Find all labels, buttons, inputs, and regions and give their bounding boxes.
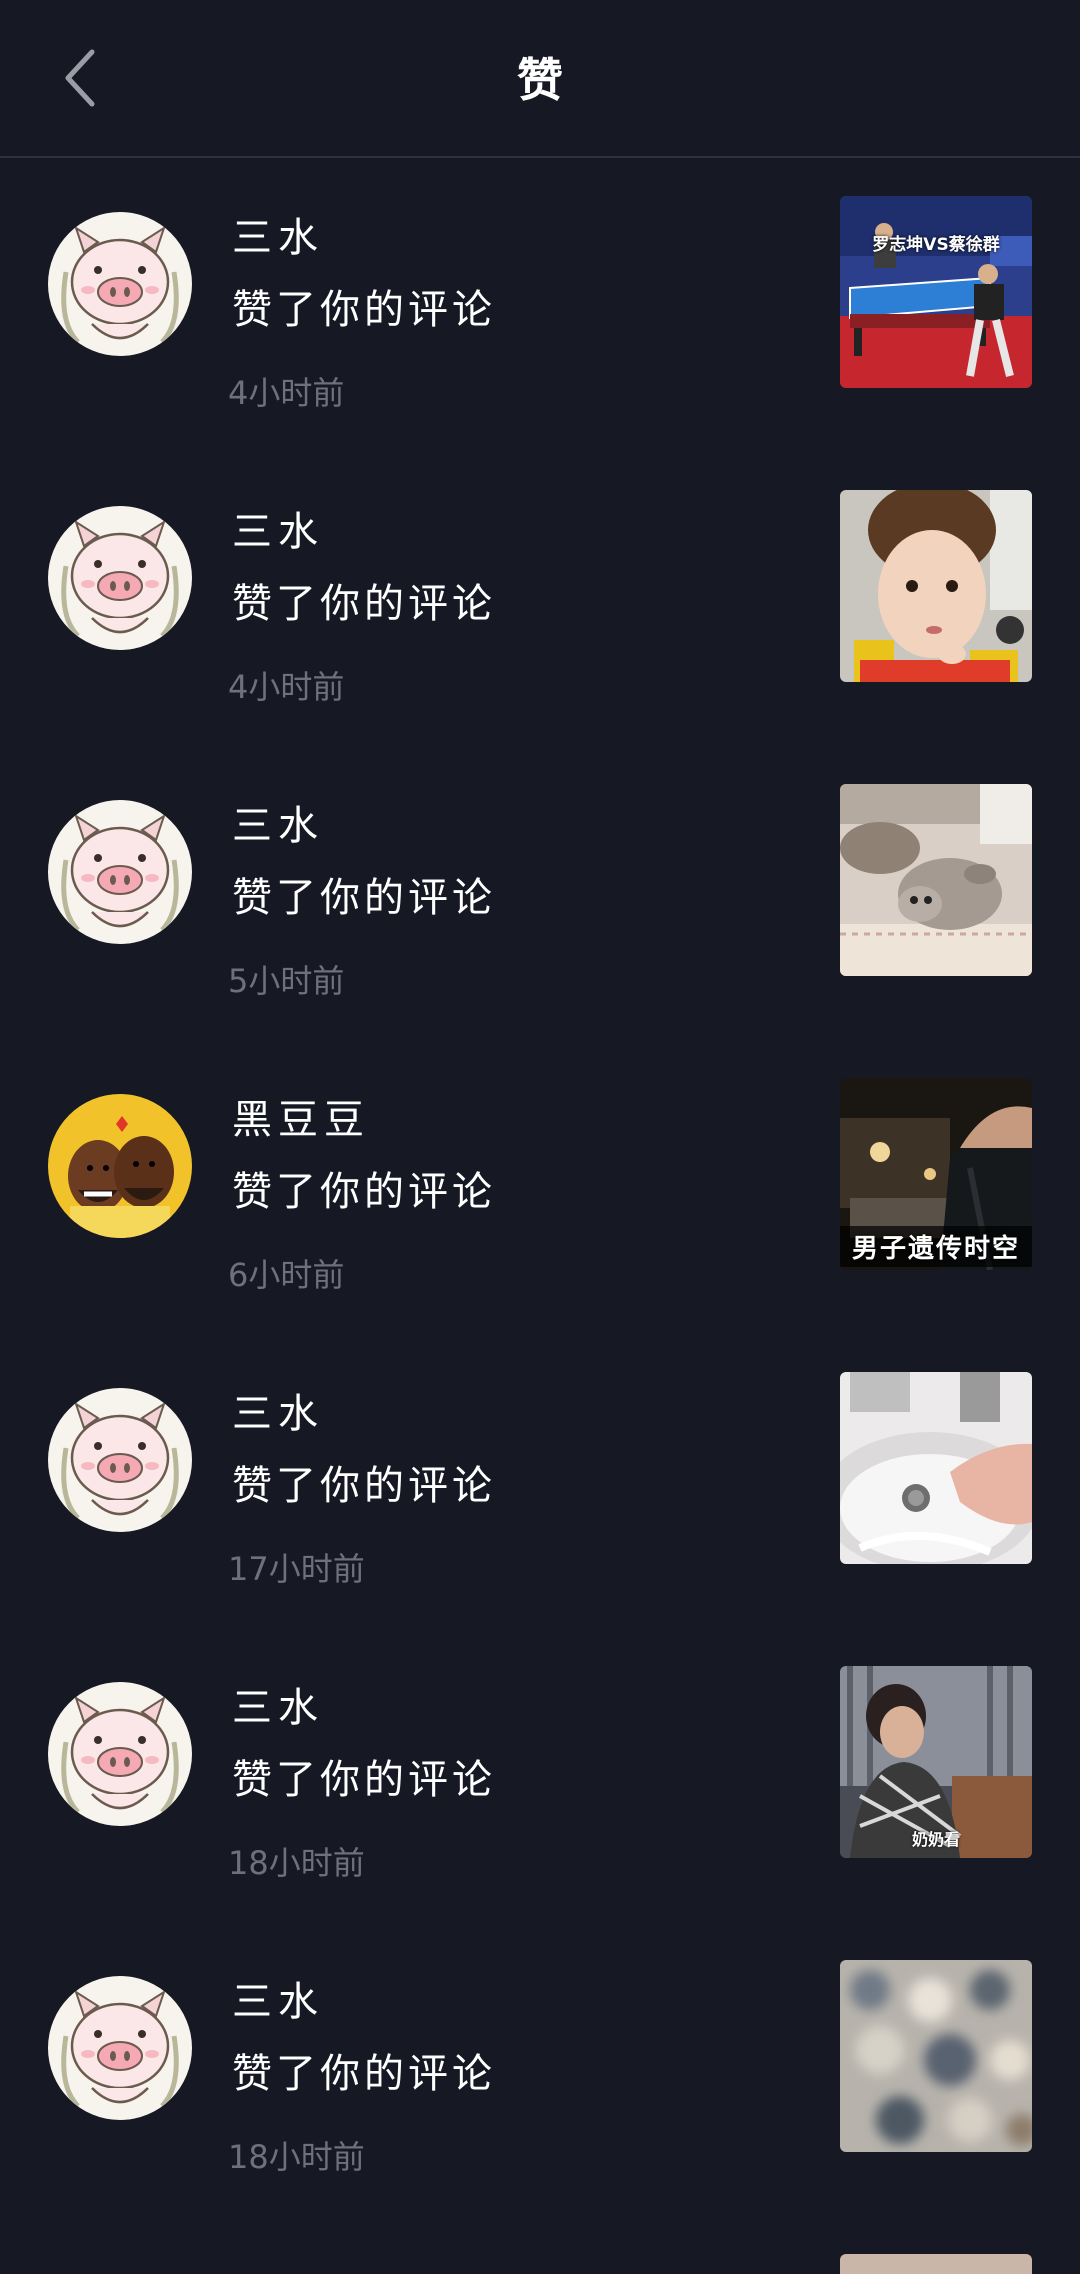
username[interactable]: 三水	[232, 506, 324, 558]
action-text: 赞了你的评论	[232, 581, 496, 627]
avatar[interactable]	[48, 1976, 192, 2120]
thumbnail-caption: 奶奶看	[911, 1830, 960, 1849]
top-bar: 赞	[0, 0, 1080, 158]
list-item[interactable]: 三水 赞了你的评论 17小时前	[0, 1334, 1080, 1628]
video-thumbnail[interactable]: 罗志坤VS蔡徐群	[840, 196, 1032, 388]
avatar[interactable]	[48, 800, 192, 944]
page-title: 赞	[517, 53, 563, 107]
avatar[interactable]	[48, 1388, 192, 1532]
timestamp: 4小时前	[228, 374, 345, 412]
video-thumbnail[interactable]	[840, 1960, 1032, 2152]
list-item[interactable]: 三水 赞了你的评论 4小时前	[0, 452, 1080, 746]
avatar[interactable]	[48, 212, 192, 356]
username[interactable]: 三水	[232, 1388, 324, 1440]
video-thumbnail[interactable]	[840, 784, 1032, 976]
timestamp: 18小时前	[228, 2138, 365, 2176]
list-item[interactable]: 黑豆豆 赞了你的评论 6小时前 男子遗传时空	[0, 1040, 1080, 1334]
timestamp: 17小时前	[228, 1550, 365, 1588]
username[interactable]: 黑豆豆	[232, 1094, 370, 1146]
username[interactable]: 三水	[232, 1976, 324, 2028]
timestamp: 18小时前	[228, 1844, 365, 1882]
action-text: 赞了你的评论	[232, 2051, 496, 2097]
action-text: 赞了你的评论	[232, 287, 496, 333]
thumbnail-caption: 男子遗传时空	[840, 1226, 1032, 1267]
username[interactable]: 三水	[232, 800, 324, 852]
thumbnail-caption: 罗志坤VS蔡徐群	[872, 235, 1000, 255]
list-item[interactable]: 三水 赞了你的评论 4小时前 罗志坤VS蔡徐群	[0, 158, 1080, 452]
likes-list: 三水 赞了你的评论 4小时前 罗志坤VS蔡徐群 三水 赞了你的评论 4小时前 三…	[0, 158, 1080, 2216]
video-thumbnail[interactable]: 奶奶看	[840, 1666, 1032, 1858]
action-text: 赞了你的评论	[232, 1169, 496, 1215]
avatar[interactable]	[48, 506, 192, 650]
video-thumbnail[interactable]	[840, 490, 1032, 682]
username[interactable]: 三水	[232, 212, 324, 264]
timestamp: 4小时前	[228, 668, 345, 706]
timestamp: 6小时前	[228, 1256, 345, 1294]
username[interactable]: 三水	[232, 1682, 324, 1734]
action-text: 赞了你的评论	[232, 875, 496, 921]
timestamp: 5小时前	[228, 962, 345, 1000]
video-thumbnail[interactable]	[840, 1372, 1032, 1564]
video-thumbnail[interactable]: 男子遗传时空	[840, 1078, 1032, 1270]
action-text: 赞了你的评论	[232, 1463, 496, 1509]
action-text: 赞了你的评论	[232, 1757, 496, 1803]
avatar[interactable]	[48, 1094, 192, 1238]
avatar[interactable]	[48, 1682, 192, 1826]
list-item[interactable]: 三水 赞了你的评论 18小时前 奶奶看	[0, 1628, 1080, 1922]
partial-thumbnail	[840, 2254, 1032, 2274]
list-item[interactable]: 三水 赞了你的评论 5小时前	[0, 746, 1080, 1040]
list-item[interactable]: 三水 赞了你的评论 18小时前	[0, 1922, 1080, 2216]
